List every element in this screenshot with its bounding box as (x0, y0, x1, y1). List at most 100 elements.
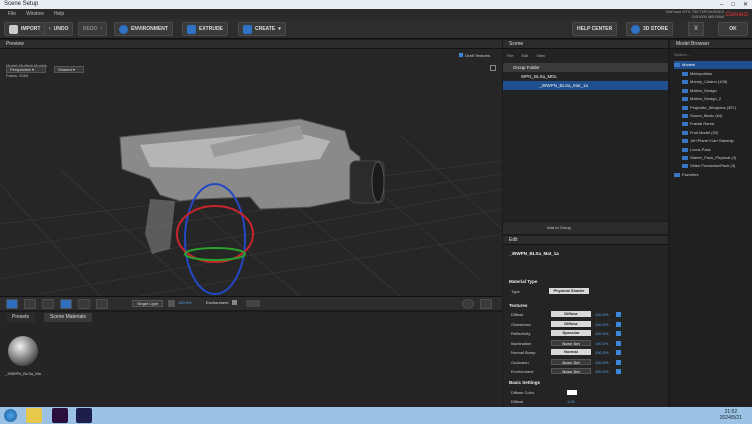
browser-folder-item[interactable]: Motion_Design (682, 87, 717, 95)
window-titlebar: Scene Setup – □ ✕ (0, 0, 752, 9)
texture-toggle[interactable] (616, 340, 621, 346)
browser-root-models[interactable]: Models (674, 61, 752, 69)
browser-folder-item[interactable]: Sound_Music (84) (682, 112, 722, 120)
menu-help[interactable]: Help (54, 9, 64, 19)
redo-icon: › (100, 26, 103, 32)
record-icon[interactable] (462, 299, 474, 309)
fullscreen-icon[interactable] (490, 65, 496, 71)
diffuse-color-swatch[interactable] (567, 390, 577, 395)
add-to-group-button[interactable]: Add to Group (547, 225, 571, 230)
browser-folder-item[interactable]: Starter_Pack_Physical (4) (682, 154, 736, 162)
texture-row: Occlusion None Set 100.0% (511, 358, 661, 366)
scale-icon[interactable] (78, 299, 90, 309)
type-select[interactable]: Physical Shader (549, 288, 589, 294)
texture-toggle[interactable] (616, 312, 621, 317)
environment-checkbox[interactable] (232, 300, 237, 305)
import-button[interactable]: IMPORT (4, 22, 46, 36)
redo-button[interactable]: REDO › (78, 22, 108, 36)
edit-header: Edit (503, 236, 668, 245)
texture-toggle[interactable] (616, 321, 621, 327)
premiere-icon[interactable] (52, 408, 68, 423)
texture-percent: 100.0% (595, 350, 609, 355)
texture-slot-button[interactable]: Diffuse (551, 320, 591, 327)
camera-icon[interactable] (6, 299, 18, 309)
texture-toggle[interactable] (616, 369, 621, 374)
texture-slot-button[interactable]: None Set (551, 368, 591, 374)
texture-slot-button[interactable]: Normal (551, 349, 591, 355)
shade-dropdown[interactable]: Shaded ▾ (54, 66, 84, 73)
browser-folder-item[interactable]: Metropolitan (682, 70, 712, 78)
browser-favorites[interactable]: Favorites (674, 171, 698, 179)
select-icon[interactable] (24, 299, 36, 309)
folder-icon (682, 113, 688, 118)
window-title: Scene Setup (4, 1, 39, 7)
tab-scene-materials[interactable]: Scene Materials (44, 313, 92, 322)
texture-toggle[interactable] (616, 359, 621, 365)
material-label: _39WPN_BLSa_Ma (5, 371, 41, 376)
material-thumbnail[interactable] (8, 336, 38, 366)
folder-icon (682, 97, 688, 102)
after-effects-icon[interactable] (76, 408, 92, 423)
texture-row-label: Normal Bump (511, 350, 536, 355)
browser-folder-item[interactable]: Projectile_Weapons (307) (682, 104, 736, 112)
folder-icon (682, 139, 688, 144)
extrude-button[interactable]: EXTRUDE (182, 22, 228, 36)
light-dropdown[interactable]: Single Light (132, 300, 163, 307)
3d-store-button[interactable]: 3D STORE (626, 22, 673, 36)
texture-slot-button[interactable]: None Set (551, 358, 591, 365)
clock: 21:02 2024/5/21 (719, 409, 742, 421)
texture-row: Environment None Set 100.0% (511, 368, 661, 375)
menu-file[interactable]: File (8, 9, 16, 19)
light-stepper[interactable] (168, 300, 175, 307)
material-type-label: Material Type (509, 279, 538, 284)
texture-slot-button[interactable]: Specular (551, 330, 591, 336)
monitor-icon[interactable] (480, 299, 492, 309)
diffuse-value-row: Diffuse 1.00 (511, 399, 575, 404)
texture-row-label: Reflectivity (511, 331, 531, 336)
texture-slot-button[interactable]: None Set (551, 339, 591, 346)
browser-folder-item[interactable]: Locus Pack (682, 146, 711, 154)
cancel-button[interactable]: X (688, 22, 704, 36)
folder-icon (682, 155, 688, 160)
browser-folder-item[interactable]: Money_Casino (108) (682, 78, 727, 86)
preview-viewport[interactable]: Model: Multiple Models Vertices: 8282 Fa… (0, 49, 502, 296)
snap-icon[interactable] (96, 299, 108, 309)
texture-percent: 100.0% (595, 369, 609, 374)
scene-material-item[interactable]: _39WPN_BLSa_Mat_1a (503, 81, 668, 90)
texture-row-label: Environment (511, 369, 534, 374)
move-icon[interactable] (42, 299, 54, 309)
environment-label: Environment (206, 300, 229, 305)
texture-percent: 100.0% (595, 321, 609, 327)
texture-slot-button[interactable]: Diffuse (551, 311, 591, 317)
menu-window[interactable]: Window (26, 9, 44, 19)
undo-button[interactable]: ‹ UNDO (44, 22, 74, 36)
environment-button[interactable]: ENVIRONMENT (114, 22, 173, 36)
browser-folder-item[interactable]: Video ProductionPack (3) (682, 162, 735, 170)
texture-percent: 100.0% (595, 312, 609, 317)
browser-folder-item[interactable]: Fruit Model (20) (682, 129, 718, 137)
texture-row: Glossiness Diffuse 100.0% (511, 320, 661, 328)
chevron-down-icon: ▾ (278, 26, 281, 32)
folder-icon (682, 71, 688, 76)
environment-slider[interactable] (246, 300, 260, 307)
rotate-icon[interactable] (60, 299, 72, 309)
help-center-button[interactable]: HELP CENTER (572, 22, 618, 36)
ok-button[interactable]: OK (718, 22, 748, 36)
draft-textures-toggle[interactable]: Draft Textures (459, 53, 490, 58)
browser-search-input[interactable]: Search... (674, 51, 690, 59)
browser-folder-item[interactable]: Fractal Rama (682, 120, 714, 128)
texture-toggle[interactable] (616, 331, 621, 336)
diffuse-color-row: Diffuse Color (511, 389, 661, 396)
scene-group-folder[interactable]: Group Folder (503, 63, 668, 72)
texture-toggle[interactable] (616, 350, 621, 355)
folder-icon (682, 88, 688, 93)
folder-icon (682, 147, 688, 152)
create-button[interactable]: CREATE ▾ (238, 22, 286, 36)
start-button[interactable] (4, 409, 17, 422)
explorer-icon[interactable] (26, 408, 42, 423)
tab-presets[interactable]: Presets (6, 313, 35, 322)
browser-folder-item[interactable]: Jet+Plane+Car+Starship (682, 137, 734, 145)
scene-model-item[interactable]: WPN_BLSa_MDL (503, 72, 668, 81)
browser-folder-item[interactable]: Motion_Design_2 (682, 95, 721, 103)
view-dropdown[interactable]: Perspective ▾ (6, 66, 46, 73)
